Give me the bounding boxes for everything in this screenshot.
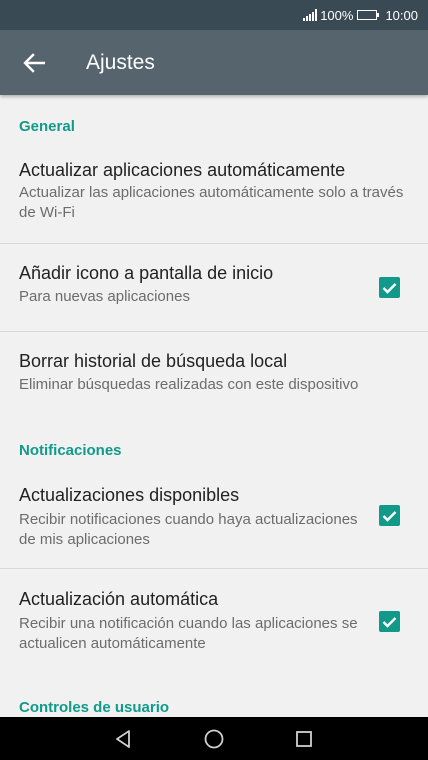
setting-title: Actualizar aplicaciones automáticamente [19, 160, 346, 180]
section-header-user-controls: Controles de usuario [19, 699, 170, 716]
setting-title: Añadir icono a pantalla de inicio [19, 263, 274, 283]
setting-title: Actualizaciones disponibles [19, 485, 240, 505]
battery-percent: 100% [320, 7, 354, 23]
check-icon [382, 282, 397, 294]
page-title: Ajustes [86, 50, 155, 74]
arrow-left-icon [23, 52, 45, 73]
setting-auto-update-apps[interactable]: Actualizar aplicaciones automáticamente … [0, 140, 428, 244]
home-circle-icon[interactable] [203, 728, 225, 750]
signal-icon [303, 9, 318, 21]
add-home-icon-checkbox[interactable] [379, 277, 400, 298]
setting-subtitle: Eliminar búsquedas realizadas con este d… [19, 376, 359, 393]
setting-auto-update-notification[interactable]: Actualización automática Recibir una not… [0, 569, 428, 674]
section-header-general: General [19, 118, 75, 135]
back-button[interactable] [0, 30, 68, 95]
recents-square-icon[interactable] [294, 729, 314, 749]
setting-clear-search-history[interactable]: Borrar historial de búsqueda local Elimi… [0, 332, 428, 410]
settings-list[interactable]: General Actualizar aplicaciones automáti… [0, 95, 428, 717]
navigation-bar [0, 717, 428, 760]
available-updates-checkbox[interactable] [379, 505, 400, 526]
setting-title: Actualización automática [19, 589, 219, 609]
status-time: 10:00 [385, 7, 418, 23]
battery-icon [357, 10, 380, 20]
setting-subtitle: Para nuevas aplicaciones [19, 288, 190, 305]
check-icon [382, 510, 397, 522]
setting-subtitle: Recibir notificaciones cuando haya actua… [19, 511, 358, 548]
setting-subtitle: Actualizar las aplicaciones automáticame… [19, 184, 404, 221]
setting-available-updates[interactable]: Actualizaciones disponibles Recibir noti… [0, 465, 428, 569]
app-bar: Ajustes [0, 30, 428, 95]
check-icon [382, 616, 397, 628]
back-triangle-icon[interactable] [114, 729, 134, 749]
setting-title: Borrar historial de búsqueda local [19, 351, 288, 371]
section-header-notifications: Notificaciones [19, 442, 122, 459]
setting-subtitle: Recibir una notificación cuando las apli… [19, 615, 358, 652]
status-bar: 100% 10:00 [0, 0, 428, 30]
setting-add-home-icon[interactable]: Añadir icono a pantalla de inicio Para n… [0, 244, 428, 331]
auto-update-notification-checkbox[interactable] [379, 611, 400, 632]
